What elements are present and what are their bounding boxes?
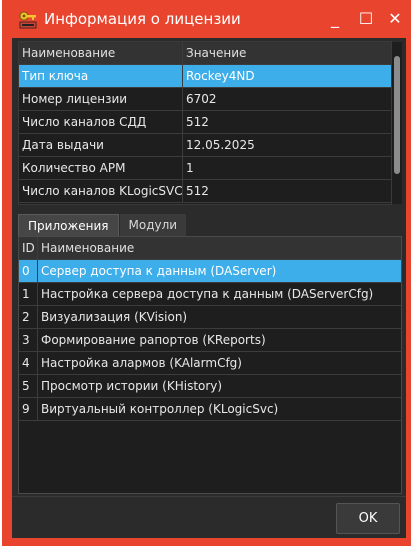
row-name: Просмотр истории (KHistory) (41, 379, 223, 393)
table-row[interactable]: Количество АРМ 1 (19, 157, 391, 180)
row-name: Число каналов СДД (19, 111, 183, 133)
row-id: 5 (19, 375, 38, 397)
dialog-content: Наименование Значение Тип ключа Rockey4N… (12, 38, 406, 538)
license-table-header: Наименование Значение (19, 42, 391, 65)
footer-divider (12, 496, 406, 497)
row-name: Настройка алармов (KAlarmCfg) (41, 356, 242, 370)
row-id: 9 (19, 398, 38, 420)
tab-applications[interactable]: Приложения (18, 214, 119, 237)
minimize-button[interactable]: _ (322, 6, 348, 32)
row-id: 2 (19, 306, 38, 328)
row-name: Настройка сервера доступа к данным (DASe… (41, 287, 374, 301)
tab-bar: Приложения Модули (18, 214, 187, 237)
row-name: Формирование рапортов (KReports) (41, 333, 266, 347)
row-name: Тип ключа (19, 65, 183, 87)
applications-table-header: ID Наименование (19, 237, 401, 260)
row-id: 0 (19, 260, 38, 282)
table-row[interactable]: 1 Настройка сервера доступа к данным (DA… (19, 283, 401, 306)
row-value: 512 (186, 115, 209, 129)
table-row[interactable]: Номер лицензии 6702 (19, 88, 391, 111)
tab-modules[interactable]: Модули (119, 214, 187, 236)
license-table[interactable]: Наименование Значение Тип ключа Rockey4N… (18, 41, 392, 205)
row-id: 1 (19, 283, 38, 305)
table-row[interactable]: 9 Виртуальный контроллер (KLogicSvc) (19, 398, 401, 421)
column-header-value[interactable]: Значение (183, 42, 391, 64)
row-name: Виртуальный контроллер (KLogicSvc) (41, 402, 279, 416)
row-id: 3 (19, 329, 38, 351)
close-button[interactable]: ✕ (382, 6, 408, 32)
row-value: 1 (186, 161, 194, 175)
applications-table[interactable]: ID Наименование 0 Сервер доступа к данны… (18, 236, 402, 494)
license-info-window: Информация о лицензии _ ☐ ✕ Наименование… (2, 0, 411, 546)
row-name: Дата выдачи (19, 134, 183, 156)
scrollbar-thumb[interactable] (394, 56, 400, 174)
table-row[interactable]: 2 Визуализация (KVision) (19, 306, 401, 329)
row-name: Номер лицензии (19, 88, 183, 110)
license-key-icon (18, 10, 38, 30)
title-bar[interactable]: Информация о лицензии _ ☐ ✕ (2, 0, 411, 38)
maximize-button[interactable]: ☐ (353, 6, 379, 32)
table-row[interactable]: Дата выдачи 12.05.2025 (19, 134, 391, 157)
row-name: Число каналов KLogicSVC (19, 180, 183, 202)
table-row[interactable]: Число каналов KLogicSVC 512 (19, 180, 391, 203)
row-value: 12.05.2025 (186, 138, 255, 152)
table-row[interactable]: 3 Формирование рапортов (KReports) (19, 329, 401, 352)
table-row[interactable]: Число каналов СДД 512 (19, 111, 391, 134)
window-title: Информация о лицензии (44, 10, 241, 28)
column-header-id[interactable]: ID (19, 237, 38, 259)
column-header-name[interactable]: Наименование (38, 237, 401, 259)
row-value: 6702 (186, 92, 217, 106)
ok-button[interactable]: OK (336, 503, 400, 534)
table-row[interactable]: 5 Просмотр истории (KHistory) (19, 375, 401, 398)
row-id: 4 (19, 352, 38, 374)
column-header-name[interactable]: Наименование (19, 42, 183, 64)
row-name: Сервер доступа к данным (DAServer) (41, 264, 277, 278)
table-row[interactable]: 4 Настройка алармов (KAlarmCfg) (19, 352, 401, 375)
row-name: Количество АРМ (19, 157, 183, 179)
table-row[interactable]: Тип ключа Rockey4ND (19, 65, 391, 88)
row-value: Rockey4ND (186, 69, 255, 83)
row-value: 512 (186, 184, 209, 198)
table-row[interactable]: 0 Сервер доступа к данным (DAServer) (19, 260, 401, 283)
row-name: Визуализация (KVision) (41, 310, 188, 324)
